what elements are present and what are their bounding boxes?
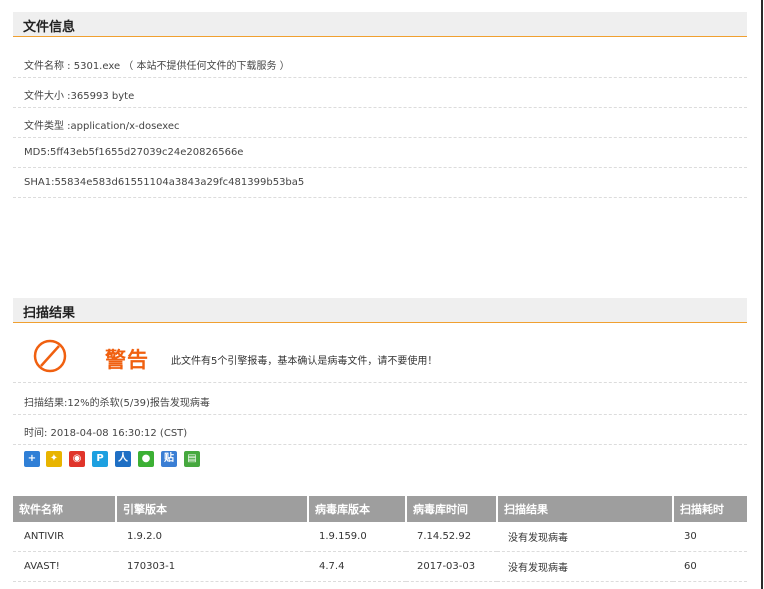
qq-icon[interactable]: P	[92, 451, 108, 467]
warning-text: 此文件有5个引擎报毒，基本确认是病毒文件，请不要使用！	[171, 356, 438, 367]
prohibited-icon	[33, 339, 67, 373]
cell-scan-result: 没有发现病毒	[497, 522, 673, 552]
cell-duration: 60	[673, 551, 747, 582]
douban-icon[interactable]: ▤	[184, 451, 200, 467]
file-size-text: 文件大小 :365993 byte	[24, 91, 135, 102]
scan-summary-text: 扫描结果:12%的杀软(5/39)报告发现病毒	[24, 398, 210, 409]
tieba-icon[interactable]: 贴	[161, 451, 177, 467]
cell-engine-version: 1.9.2.0	[116, 522, 308, 552]
scan-time-row: 时间: 2018-04-08 16:30:12 (CST)	[13, 415, 747, 445]
renren-icon[interactable]: 人	[115, 451, 131, 467]
table-row: AVAST! 170303-1 4.7.4 2017-03-03 没有发现病毒 …	[13, 551, 747, 582]
sha1-row: SHA1:55834e583d61551104a3843a29fc481399b…	[13, 168, 747, 198]
file-type-row: 文件类型 :application/x-dosexec	[13, 108, 747, 138]
wechat-icon[interactable]: ●	[138, 451, 154, 467]
cell-duration: 30	[673, 522, 747, 552]
cell-software: ANTIVIR	[13, 522, 116, 552]
cell-db-version: 4.7.4	[308, 551, 406, 582]
table-row: ANTIVIR 1.9.2.0 1.9.159.0 7.14.52.92 没有发…	[13, 522, 747, 552]
warning-banner: 警告 此文件有5个引擎报毒，基本确认是病毒文件，请不要使用！	[13, 324, 747, 383]
table-header-row: 软件名称 引擎版本 病毒库版本 病毒库时间 扫描结果 扫描耗时	[13, 496, 747, 522]
file-name-row: 文件名称 : 5301.exe （ 本站不提供任何文件的下载服务 ）	[13, 48, 747, 78]
scan-result-title: 扫描结果	[23, 306, 76, 321]
file-info-header: 文件信息	[13, 12, 747, 37]
cell-db-time: 7.14.52.92	[406, 522, 497, 552]
cell-scan-result: 没有发现病毒	[497, 551, 673, 582]
sha1-text: SHA1:55834e583d61551104a3843a29fc481399b…	[24, 177, 305, 188]
cell-software: AVAST!	[13, 551, 116, 582]
col-scan-result: 扫描结果	[497, 496, 674, 522]
file-type-text: 文件类型 :application/x-dosexec	[24, 121, 180, 132]
scan-time-text: 时间: 2018-04-08 16:30:12 (CST)	[24, 428, 188, 439]
qzone-icon[interactable]: ✦	[46, 451, 62, 467]
col-db-version: 病毒库版本	[308, 496, 407, 522]
scan-result-header: 扫描结果	[13, 298, 747, 323]
cell-engine-version: 170303-1	[116, 551, 308, 582]
md5-text: MD5:5ff43eb5f1655d27039c24e20826566e	[24, 147, 244, 158]
cell-db-version: 1.9.159.0	[308, 522, 406, 552]
col-software-name: 软件名称	[13, 496, 117, 522]
weibo-icon[interactable]: ◉	[69, 451, 85, 467]
share-plus-icon[interactable]: +	[24, 451, 40, 467]
md5-row: MD5:5ff43eb5f1655d27039c24e20826566e	[13, 138, 747, 168]
file-size-row: 文件大小 :365993 byte	[13, 78, 747, 108]
cell-db-time: 2017-03-03	[406, 551, 497, 582]
page-edge-line	[761, 0, 763, 589]
col-db-time: 病毒库时间	[406, 496, 498, 522]
scan-summary-row: 扫描结果:12%的杀软(5/39)报告发现病毒	[13, 385, 747, 415]
warning-title: 警告	[105, 348, 149, 372]
col-scan-duration: 扫描耗时	[673, 496, 747, 522]
scan-results-table: 软件名称 引擎版本 病毒库版本 病毒库时间 扫描结果 扫描耗时 ANTIVIR …	[13, 496, 747, 582]
col-engine-version: 引擎版本	[116, 496, 309, 522]
file-info-title: 文件信息	[23, 20, 76, 35]
file-name-text: 文件名称 : 5301.exe （ 本站不提供任何文件的下载服务 ）	[24, 61, 290, 72]
